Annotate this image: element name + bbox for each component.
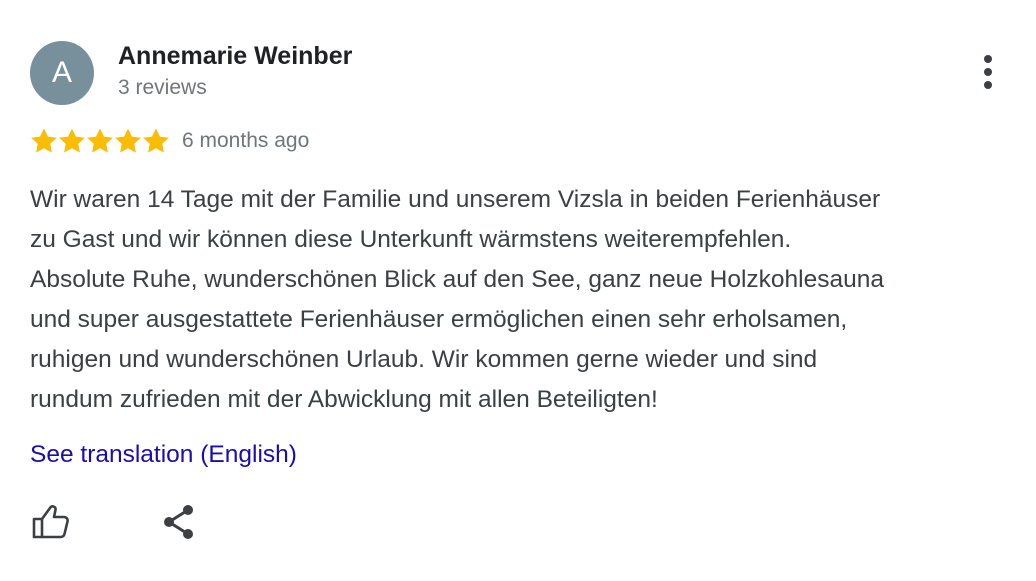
rating-row: 6 months ago (30, 126, 309, 156)
more-options-button[interactable] (972, 52, 1004, 92)
like-button[interactable] (31, 502, 71, 542)
star-icon (87, 128, 113, 153)
review-text: Wir waren 14 Tage mit der Familie und un… (30, 186, 884, 413)
more-vert-icon (984, 55, 992, 89)
star-icon (143, 128, 169, 153)
avatar-letter: A (51, 56, 72, 89)
review-date: 6 months ago (182, 129, 310, 152)
author-name[interactable]: Annemarie Weinber (118, 40, 352, 72)
star-icon (31, 128, 57, 153)
share-button[interactable] (158, 502, 198, 542)
thumb-up-icon (32, 505, 69, 539)
see-translation-link[interactable]: See translation (English) (30, 437, 297, 473)
star-icon (115, 128, 141, 153)
avatar[interactable]: A (30, 41, 94, 105)
review-count: 3 reviews (118, 76, 207, 99)
review-card: A Annemarie Weinber 3 reviews 6 months a… (0, 0, 1036, 581)
star-rating (30, 127, 170, 155)
star-icon (59, 128, 85, 153)
share-icon (164, 505, 193, 539)
